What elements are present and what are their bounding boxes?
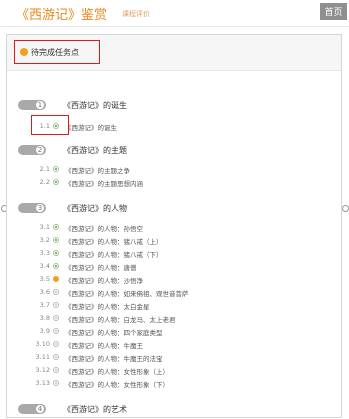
chapter-number: 3 (35, 203, 45, 213)
lesson-title[interactable]: 《西游记》的人物：白龙马、太上老君 (65, 314, 176, 324)
lesson-title[interactable]: 《西游记》的人物：女性形象（下） (65, 379, 169, 389)
chapter-toggle[interactable]: 2 (18, 145, 46, 155)
chapter-title[interactable]: 《西游记》的人物 (63, 203, 127, 214)
completed-status-icon (53, 263, 59, 269)
chapter-title[interactable]: 《西游记》的主题 (63, 145, 127, 156)
lesson-title[interactable]: 《西游记》的人物：唐僧 (65, 262, 137, 272)
lesson-number: 3.6 (39, 288, 50, 296)
chapter-number: 4 (35, 404, 45, 414)
panel-header: 待完成任务点 (7, 35, 341, 71)
lesson-title[interactable]: 《西游记》的人物：如来佛祖、观世音菩萨 (65, 288, 189, 298)
completed-status-icon (53, 179, 59, 185)
chapter-toggle[interactable]: 4 (18, 404, 46, 414)
lesson-row: 3.3 《西游记》的人物：猪八戒（下） (7, 248, 341, 260)
right-resize-handle[interactable] (342, 205, 349, 212)
lesson-row: 3.7 《西游记》的人物：太白金星 (7, 300, 341, 312)
locked-status-icon (53, 289, 59, 295)
locked-status-icon (53, 328, 59, 334)
locked-status-icon (53, 380, 59, 386)
lesson-row: 3.12 《西游记》的人物：女性形象（上） (7, 365, 341, 377)
lesson-number: 3.1 (39, 223, 50, 231)
course-outline-panel: 待完成任务点 1 《西游记》的诞生 1.1 《西游记》的诞生 2 《西游记》的主… (6, 34, 342, 418)
lesson-number: 3.11 (35, 353, 50, 361)
lesson-number: 3.10 (35, 340, 50, 348)
lesson-title[interactable]: 《西游记》的人物：四个家庭类型 (65, 327, 163, 337)
lesson-number: 3.12 (35, 366, 50, 374)
lesson-row: 3.4 《西游记》的人物：唐僧 (7, 261, 341, 273)
lesson-title[interactable]: 《西游记》的人物：猪八戒（上） (65, 236, 163, 246)
lesson-row: 3.6 《西游记》的人物：如来佛祖、观世音菩萨 (7, 287, 341, 299)
chapter-toggle[interactable]: 3 (18, 203, 46, 213)
lesson-row: 3.5 《西游记》的人物：沙悟净 (7, 274, 341, 286)
lesson-title[interactable]: 《西游记》的人物：孙悟空 (65, 223, 143, 233)
lesson-row: 3.10 《西游记》的人物：牛魔王 (7, 339, 341, 351)
locked-status-icon (53, 315, 59, 321)
lesson-row: 3.11 《西游记》的人物：牛魔王的法宝 (7, 352, 341, 364)
lesson-title[interactable]: 《西游记》的人物：女性形象（上） (65, 366, 169, 376)
chapter-title[interactable]: 《西游记》的诞生 (63, 100, 127, 111)
lesson-row: 3.13 《西游记》的人物：女性形象（下） (7, 378, 341, 390)
chapter-row: 3 《西游记》的人物 (7, 200, 341, 216)
lesson-row: 3.9 《西游记》的人物：四个家庭类型 (7, 326, 341, 338)
course-evaluation-link[interactable]: 课程评价 (122, 9, 150, 19)
chapter-row: 4 《西游记》的艺术 (7, 401, 341, 417)
lesson-number: 3.8 (39, 314, 50, 322)
lesson-row: 2.2 《西游记》的主题思想内涵 (7, 177, 341, 189)
completed-status-icon (53, 224, 59, 230)
lesson-title[interactable]: 《西游记》的诞生 (65, 122, 117, 132)
chapter-title[interactable]: 《西游记》的艺术 (63, 404, 127, 415)
lesson-number: 3.9 (39, 327, 50, 335)
chapter-number: 2 (35, 145, 45, 155)
lesson-title[interactable]: 《西游记》的主题之争 (65, 165, 130, 175)
lesson-row: 3.8 《西游记》的人物：白龙马、太上老君 (7, 313, 341, 325)
chapter-row: 2 《西游记》的主题 (7, 142, 341, 158)
page-header: 《西游记》鉴赏 课程评价 首页 (0, 0, 349, 27)
lesson-row: 3.2 《西游记》的人物：猪八戒（上） (7, 235, 341, 247)
locked-status-icon (53, 302, 59, 308)
lesson-number: 2.2 (39, 178, 50, 186)
lesson-number: 3.3 (39, 249, 50, 257)
lesson-number: 3.13 (35, 379, 50, 387)
lesson-row: 2.1 《西游记》的主题之争 (7, 164, 341, 176)
completed-status-icon (53, 237, 59, 243)
lesson-number: 3.5 (39, 275, 50, 283)
chapter-number: 1 (35, 100, 45, 110)
lesson-number: 3.7 (39, 301, 50, 309)
lesson-number: 3.4 (39, 262, 50, 270)
locked-status-icon (53, 341, 59, 347)
completed-status-icon (53, 250, 59, 256)
highlight-box (31, 115, 69, 135)
lesson-row: 3.1 《西游记》的人物：孙悟空 (7, 222, 341, 234)
home-button[interactable]: 首页 (320, 3, 347, 20)
locked-status-icon (53, 354, 59, 360)
lesson-title[interactable]: 《西游记》的人物：太白金星 (65, 301, 150, 311)
lesson-title[interactable]: 《西游记》的人物：牛魔王 (65, 340, 143, 350)
lesson-number: 2.1 (39, 165, 50, 173)
lesson-number: 3.2 (39, 236, 50, 244)
lesson-title[interactable]: 《西游记》的人物：猪八戒（下） (65, 249, 163, 259)
chapter-toggle[interactable]: 1 (18, 100, 46, 110)
current-task-icon (53, 276, 59, 282)
lesson-title[interactable]: 《西游记》的人物：牛魔王的法宝 (65, 353, 163, 363)
pending-dot-icon (20, 48, 28, 56)
pending-tasks-button[interactable]: 待完成任务点 (14, 40, 100, 64)
course-title: 《西游记》鉴赏 (16, 8, 108, 23)
pending-tasks-label: 待完成任务点 (31, 47, 79, 57)
lesson-title[interactable]: 《西游记》的人物：沙悟净 (65, 275, 143, 285)
lesson-title[interactable]: 《西游记》的主题思想内涵 (65, 178, 143, 188)
completed-status-icon (53, 166, 59, 172)
chapter-row: 1 《西游记》的诞生 (7, 97, 341, 113)
locked-status-icon (53, 367, 59, 373)
